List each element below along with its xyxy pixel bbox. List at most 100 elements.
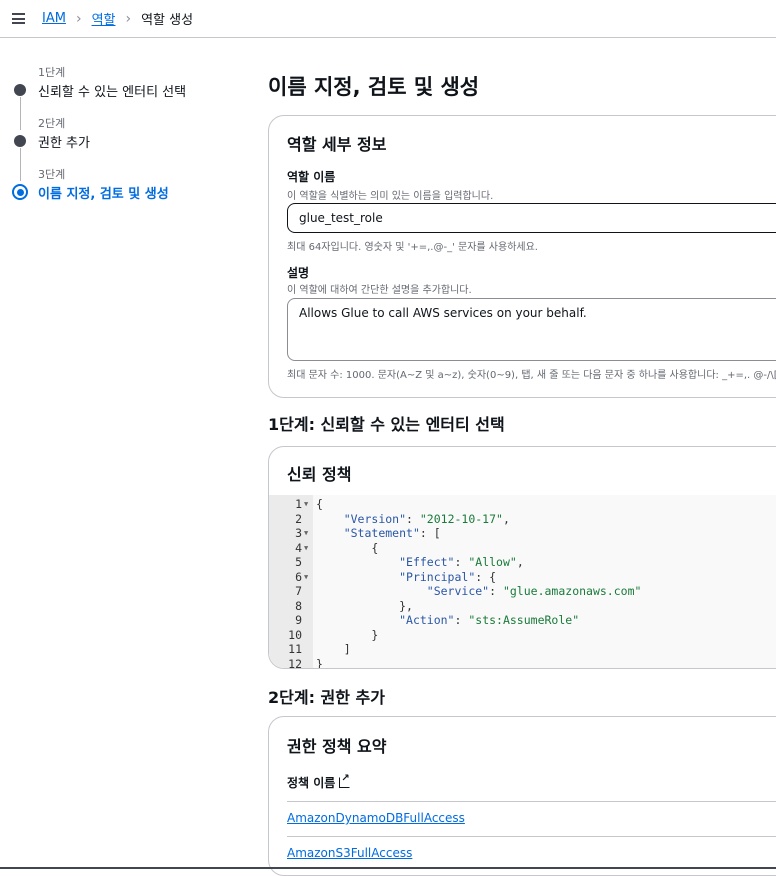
code-token: } — [316, 627, 379, 642]
external-link-icon — [339, 773, 351, 788]
description-textarea[interactable]: Allows Glue to call AWS services on your… — [287, 298, 776, 361]
code-text: { — [316, 497, 323, 512]
fold-toggle-icon[interactable]: ▼ — [304, 497, 308, 512]
breadcrumb-current: 역할 생성 — [141, 13, 194, 28]
code-line: 3 ▼ "Statement": [ — [269, 526, 776, 541]
fold-toggle-icon[interactable]: ▼ — [304, 526, 308, 541]
step-dot-icon — [14, 84, 26, 96]
divider — [287, 801, 776, 802]
code-text: }, — [316, 599, 413, 614]
code-line: 12} — [269, 656, 776, 669]
policy-link[interactable]: AmazonDynamoDBFullAccess — [287, 811, 465, 825]
step-number: 3단계 — [38, 168, 66, 181]
code-token: "2012-10-17" — [419, 511, 503, 526]
code-token: "Principal" — [399, 569, 476, 584]
code-token: : — [489, 584, 503, 598]
trust-policy-editor[interactable]: 1 ▼{2 "Version": "2012-10-17", 3 ▼ "Stateme… — [269, 495, 776, 669]
card-title: 권한 정책 요약 — [287, 737, 387, 756]
code-token: "Version" — [343, 511, 407, 526]
line-number: 8 — [295, 598, 302, 613]
step-title: 이름 지정, 검토 및 생성 — [38, 187, 169, 202]
policy-link[interactable]: AmazonS3FullAccess — [287, 846, 412, 860]
line-number: 11 — [288, 642, 302, 656]
code-line: 5 "Effect": "Allow", — [269, 555, 776, 570]
code-token: , — [516, 555, 524, 569]
permissions-summary-card: 권한 정책 요약 정책 이름 AmazonDynamoDBFullAccess … — [268, 716, 776, 876]
code-line: 6 ▼ "Principal": { — [269, 570, 776, 585]
step1-heading: 1단계: 신뢰할 수 있는 엔터티 선택 — [268, 415, 505, 434]
line-number: 4 — [295, 540, 302, 555]
code-token: "Effect" — [399, 555, 455, 569]
code-token: { — [316, 497, 323, 511]
fold-toggle-icon[interactable]: ▼ — [304, 541, 308, 556]
code-text: "Effect": "Allow", — [316, 555, 524, 570]
code-line: 4 ▼ { — [269, 541, 776, 556]
code-line: 11 ] — [269, 642, 776, 657]
top-bar: IAM › 역할 › 역할 생성 — [0, 0, 776, 38]
card-title: 신뢰 정책 — [287, 465, 352, 484]
step-2[interactable]: 2단계권한 추가 — [12, 115, 242, 181]
chevron-right-icon: › — [75, 10, 82, 27]
code-token: "glue.amazonaws.com" — [502, 584, 642, 598]
step-number: 1단계 — [38, 66, 66, 79]
code-token: } — [316, 656, 323, 669]
breadcrumb-roles[interactable]: 역할 — [92, 9, 116, 28]
code-line: 10 } — [269, 628, 776, 643]
code-text: "Statement": [ — [316, 526, 441, 541]
description-label: 설명 — [287, 266, 310, 280]
code-text: } — [316, 628, 378, 643]
line-number: 1 — [295, 497, 302, 511]
code-text: "Principal": { — [316, 570, 496, 585]
role-name-description: 이 역할을 식별하는 의미 있는 이름을 입력합니다. — [287, 191, 494, 202]
role-name-label: 역할 이름 — [287, 170, 336, 184]
description-hint: 최대 문자 수: 1000. 문자(A~Z 및 a~z), 숫자(0~9), 탭… — [287, 370, 776, 381]
menu-icon[interactable] — [12, 13, 25, 24]
code-text: "Action": "sts:AssumeRole" — [316, 613, 579, 628]
code-text: } — [316, 656, 323, 669]
page-title: 이름 지정, 검토 및 생성 — [268, 75, 480, 99]
step-dot-icon — [14, 135, 26, 147]
code-token: : { — [475, 569, 497, 584]
line-number: 9 — [295, 613, 302, 627]
code-token: }, — [316, 598, 413, 613]
step-title: 권한 추가 — [38, 136, 90, 151]
description-help: 이 역할에 대하여 간단한 설명을 추가합니다. — [287, 285, 472, 296]
code-token: "Statement" — [343, 526, 420, 540]
code-line: 8 }, — [269, 599, 776, 614]
line-number: 3 — [295, 526, 302, 540]
line-number: 12 — [288, 656, 302, 669]
column-label: 정책 이름 — [287, 776, 336, 790]
policy-name-column-header: 정책 이름 — [287, 773, 351, 791]
code-line: 1 ▼ { — [269, 497, 776, 512]
step-3: 3단계이름 지정, 검토 및 생성 — [12, 166, 242, 217]
code-line: 7 "Service": "glue.amazonaws.com" — [269, 584, 776, 599]
step-1[interactable]: 1단계신뢰할 수 있는 엔터티 선택 — [12, 64, 242, 130]
trust-policy-card: 신뢰 정책 1 ▼{2 "Version": "2012-10-17", 3 ▼ "S… — [268, 446, 776, 669]
breadcrumb-iam[interactable]: IAM — [42, 11, 66, 26]
code-token: "Action" — [399, 613, 455, 627]
code-token: : [ — [419, 526, 441, 540]
code-text: "Service": "glue.amazonaws.com" — [316, 584, 642, 599]
code-token: : — [406, 511, 420, 526]
line-number: 10 — [288, 627, 302, 642]
code-token: { — [316, 540, 379, 555]
step2-heading: 2단계: 권한 추가 — [268, 688, 385, 707]
step-number: 2단계 — [38, 117, 66, 130]
code-line: 9 "Action": "sts:AssumeRole" — [269, 613, 776, 628]
code-token: "Service" — [426, 584, 490, 598]
step-title: 신뢰할 수 있는 엔터티 선택 — [38, 85, 187, 100]
line-number: 2 — [295, 511, 302, 526]
role-name-hint: 최대 64자입니다. 영숫자 및 '+=,.@-_' 문자를 사용하세요. — [287, 242, 538, 253]
line-number: 6 — [295, 569, 302, 584]
role-name-input[interactable]: glue_test_role — [287, 203, 776, 233]
step-current-icon — [12, 184, 28, 200]
chevron-right-icon: › — [125, 10, 132, 27]
divider — [287, 836, 776, 837]
breadcrumb: IAM › 역할 › 역할 생성 — [42, 9, 194, 29]
fold-toggle-icon[interactable]: ▼ — [304, 570, 308, 585]
role-details-card: 역할 세부 정보 역할 이름 이 역할을 식별하는 의미 있는 이름을 입력합니… — [268, 115, 776, 398]
